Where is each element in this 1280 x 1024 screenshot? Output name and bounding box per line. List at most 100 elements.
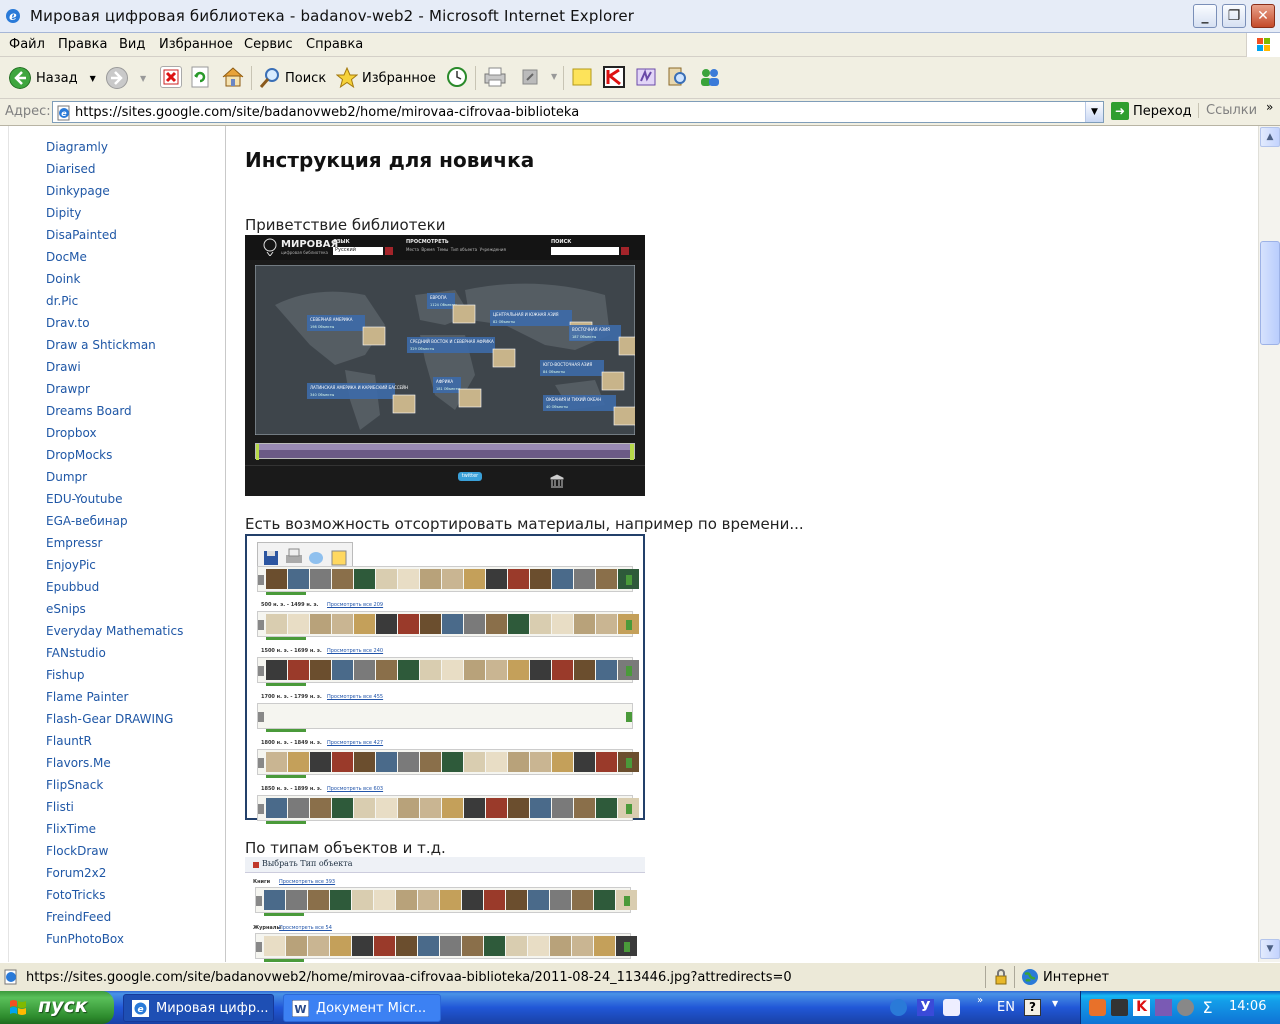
sidebar-link[interactable]: Drawpr [46, 382, 90, 396]
menu-help[interactable]: Справка [306, 37, 363, 52]
tray-app-icon[interactable] [1155, 999, 1172, 1016]
menu-file[interactable]: Файл [9, 37, 45, 52]
sidebar-link[interactable]: EDU-Youtube [46, 492, 123, 506]
edit-button[interactable] [519, 66, 541, 88]
sidebar-link[interactable]: Flash-Gear DRAWING [46, 712, 173, 726]
sidebar-link[interactable]: Dumpr [46, 470, 87, 484]
outlook-icon[interactable] [943, 999, 960, 1016]
start-button[interactable]: пуск [0, 991, 114, 1024]
sigma-icon[interactable]: Σ [1199, 999, 1216, 1016]
language-indicator[interactable]: EN [997, 1000, 1015, 1015]
sidebar-link[interactable]: FANstudio [46, 646, 106, 660]
yandex-icon[interactable]: У [917, 999, 934, 1016]
sidebar-link[interactable]: eSnips [46, 602, 86, 616]
sidebar-link[interactable]: Draw a Shtickman [46, 338, 156, 352]
sidebar-link[interactable]: Dreams Board [46, 404, 132, 418]
stop-button[interactable] [160, 66, 182, 88]
home-button[interactable] [221, 66, 244, 88]
timeline-row-link: Просмотреть все 455 [327, 694, 384, 700]
tray-app-icon[interactable] [1177, 999, 1194, 1016]
sidebar-link[interactable]: FreindFeed [46, 910, 111, 924]
object-type-label: Книги [253, 879, 271, 885]
close-button[interactable]: ✕ [1251, 4, 1275, 28]
history-button[interactable] [446, 66, 468, 88]
go-button[interactable]: ➜ Переход [1111, 102, 1192, 120]
sidebar-link[interactable]: EnjoyPic [46, 558, 96, 572]
sidebar-link[interactable]: Dipity [46, 206, 81, 220]
sidebar-link[interactable]: Flame Painter [46, 690, 129, 704]
address-dropdown-icon[interactable]: ▼ [1085, 102, 1103, 122]
sidebar-link[interactable]: Forum2x2 [46, 866, 106, 880]
kaspersky-tray-icon[interactable]: K [1133, 999, 1150, 1016]
maximize-button[interactable]: ❐ [1222, 4, 1246, 28]
minimize-button[interactable]: _ [1193, 4, 1217, 28]
menu-tools[interactable]: Сервис [244, 37, 293, 52]
research-button[interactable] [666, 66, 688, 88]
status-text: https://sites.google.com/site/badanovweb… [26, 970, 792, 985]
taskbar-item-ie[interactable]: e Мировая цифр... [123, 994, 274, 1022]
toolbar-separator [563, 66, 564, 90]
sidebar-link[interactable]: Flavors.Me [46, 756, 111, 770]
refresh-button[interactable] [190, 66, 212, 88]
sidebar-link[interactable]: Dropbox [46, 426, 97, 440]
ie-quicklaunch-icon[interactable] [890, 999, 907, 1016]
mail-button[interactable] [483, 66, 506, 88]
address-url[interactable]: https://sites.google.com/site/badanovweb… [75, 105, 579, 120]
messenger-people-button[interactable] [698, 66, 720, 88]
sidebar-link[interactable]: DropMocks [46, 448, 112, 462]
timeline-row-label: 1850 н. э. - 1899 н. э. [261, 786, 322, 792]
help-icon[interactable]: ? [1024, 999, 1041, 1016]
menu-favorites[interactable]: Избранное [159, 37, 233, 52]
by-object-type-image[interactable]: Выбрать Тип объекта Книги Просмотреть все… [245, 857, 645, 962]
sidebar-link[interactable]: Diagramly [46, 140, 108, 154]
quicklaunch-more-icon[interactable]: » [977, 995, 983, 1006]
sidebar-link[interactable]: Dinkypage [46, 184, 110, 198]
sidebar-link[interactable]: DocMe [46, 250, 87, 264]
menu-edit[interactable]: Правка [58, 37, 107, 52]
sidebar-link[interactable]: dr.Pic [46, 294, 78, 308]
sidebar-link[interactable]: Flisti [46, 800, 74, 814]
wdl-header: МИРОВАЯ цифровая библиотека ЯЗЫК Русский… [245, 235, 645, 260]
tray-app-icon[interactable] [1089, 999, 1106, 1016]
notes-button[interactable] [571, 66, 593, 88]
sidebar-link[interactable]: FlipSnack [46, 778, 103, 792]
sidebar-link[interactable]: Drav.to [46, 316, 90, 330]
messenger-button[interactable] [635, 66, 657, 88]
search-button[interactable]: Поиск [259, 65, 326, 91]
toolbar-separator [475, 66, 476, 90]
sidebar-link[interactable]: Empressr [46, 536, 102, 550]
sidebar-link[interactable]: FotoTricks [46, 888, 106, 902]
sidebar-link[interactable]: Doink [46, 272, 80, 286]
sidebar-link[interactable]: FunPhotoBox [46, 932, 124, 946]
library-welcome-image[interactable]: МИРОВАЯ цифровая библиотека ЯЗЫК Русский… [245, 235, 645, 496]
sort-by-time-image[interactable]: 500 н. э. - 1499 н. э. Просмотреть все 20… [245, 534, 645, 824]
taskbar-item-word[interactable]: W Документ Micr... [283, 994, 441, 1022]
back-button[interactable]: Назад ▼ [9, 65, 96, 91]
favorites-button[interactable]: Избранное [336, 65, 436, 91]
sidebar-link[interactable]: Fishup [46, 668, 84, 682]
links-more-icon[interactable]: » [1266, 100, 1273, 114]
sidebar-link[interactable]: FlockDraw [46, 844, 108, 858]
sidebar-link[interactable]: Drawi [46, 360, 81, 374]
forward-button[interactable]: ▼ [106, 65, 146, 91]
sidebar-link[interactable]: Diarised [46, 162, 95, 176]
vertical-scrollbar[interactable]: ▲ ▼ [1258, 126, 1280, 962]
sidebar-link[interactable]: EGA-вебинар [46, 514, 128, 528]
sidebar-link[interactable]: Everyday Mathematics [46, 624, 183, 638]
language-options-icon[interactable]: ▼ [1052, 999, 1058, 1008]
menu-view[interactable]: Вид [119, 37, 145, 52]
thumbnail-strip [255, 887, 637, 916]
edit-dropdown-icon[interactable]: ▼ [551, 72, 557, 81]
scroll-up-icon[interactable]: ▲ [1260, 127, 1280, 147]
back-dropdown-icon[interactable]: ▼ [90, 74, 96, 83]
sidebar-link[interactable]: DisaPainted [46, 228, 117, 242]
links-label[interactable]: Ссылки [1198, 103, 1257, 118]
address-field[interactable]: e https://sites.google.com/site/badanovw… [52, 101, 1104, 123]
sidebar-link[interactable]: Epubbud [46, 580, 99, 594]
sidebar-link[interactable]: FlixTime [46, 822, 96, 836]
kaspersky-button[interactable] [603, 66, 625, 88]
scroll-down-icon[interactable]: ▼ [1260, 939, 1280, 959]
sidebar-link[interactable]: FlauntR [46, 734, 92, 748]
tray-network-icon[interactable] [1111, 999, 1128, 1016]
scroll-thumb[interactable] [1260, 241, 1280, 345]
